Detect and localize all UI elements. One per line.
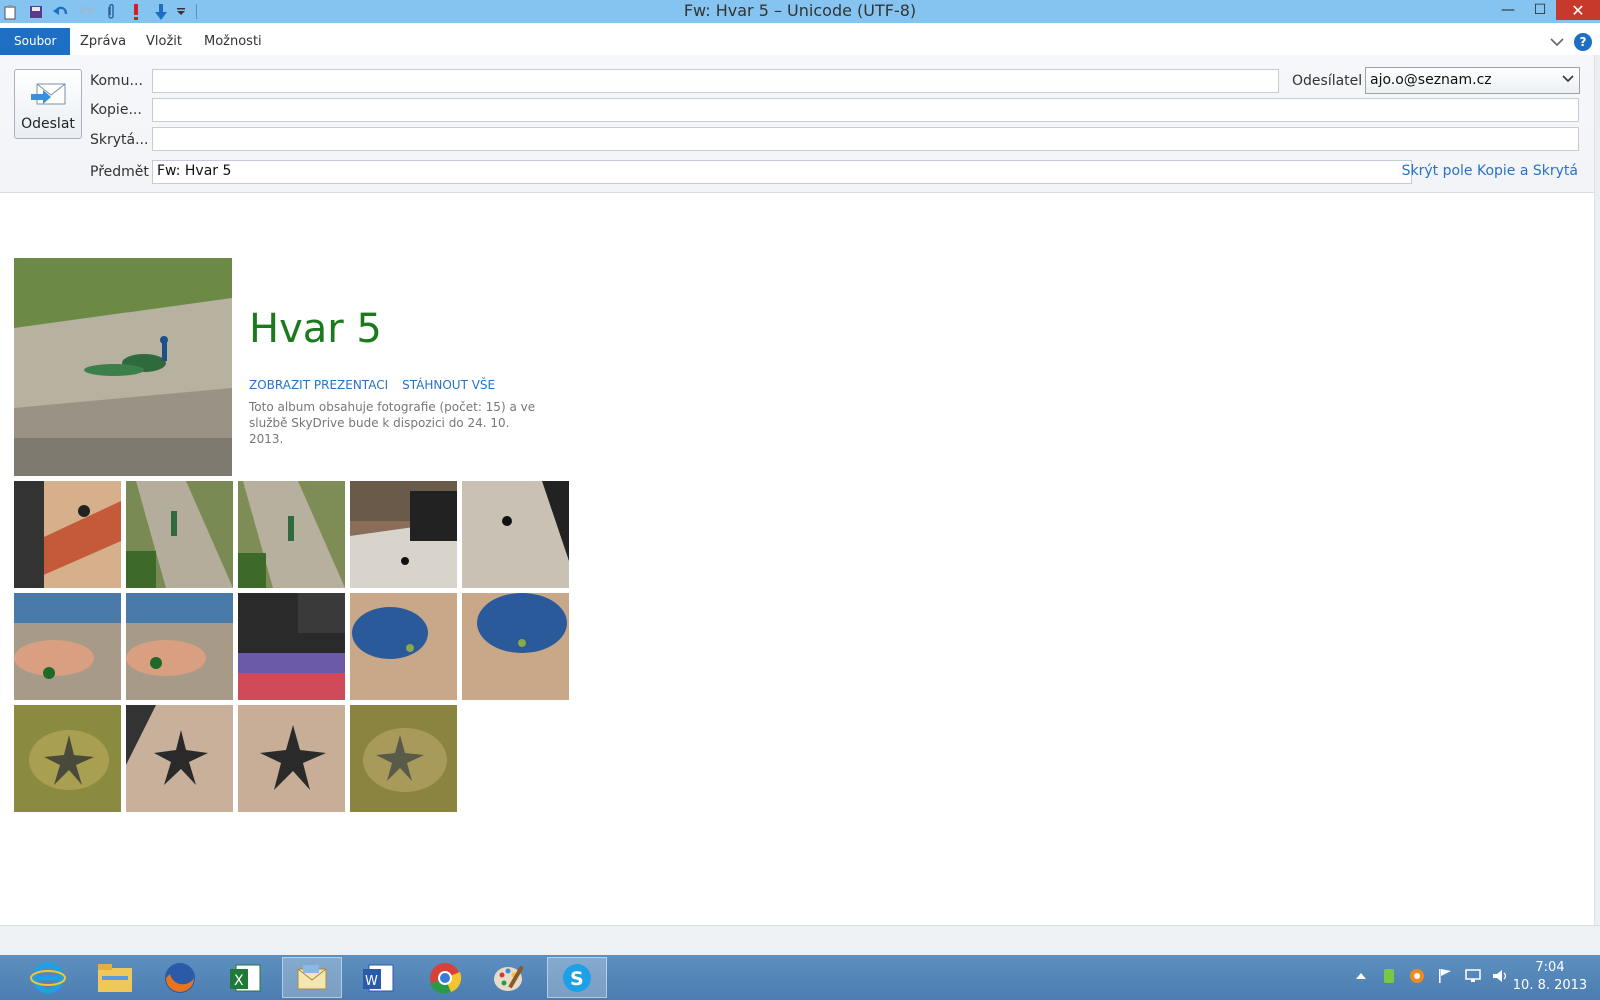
scrollbar[interactable] [1594, 55, 1600, 925]
subject-field[interactable]: Fw: Hvar 5 [152, 160, 1412, 184]
svg-text:W: W [365, 974, 378, 989]
svg-text:X: X [234, 973, 244, 989]
sender-label: Odesílatel [1292, 73, 1363, 89]
photo-thumbnail[interactable] [462, 593, 569, 700]
paint-icon[interactable] [480, 957, 540, 998]
cc-button[interactable]: Kopie... [90, 102, 142, 118]
photo-thumbnail[interactable] [462, 481, 569, 588]
photo-thumbnail[interactable] [350, 481, 457, 588]
excel-icon[interactable]: X [215, 957, 275, 998]
photo-thumbnail[interactable] [350, 593, 457, 700]
send-envelope-icon [31, 83, 66, 105]
word-icon[interactable]: W [348, 957, 408, 998]
action-center-flag-icon[interactable] [1436, 967, 1454, 985]
chevron-down-icon [1562, 73, 1574, 87]
hide-cc-bcc-link[interactable]: Skrýt pole Kopie a Skrytá [1402, 163, 1578, 179]
ribbon-tabs: Soubor Zpráva Vložit Možnosti ? [0, 28, 1600, 55]
file-explorer-icon[interactable] [85, 957, 145, 998]
compose-header: Odeslat Komu... Odesílatel ajo.o@seznam.… [0, 55, 1600, 193]
bcc-field[interactable] [152, 127, 1579, 151]
collapse-ribbon-icon[interactable] [1550, 32, 1564, 51]
album-cover-photo[interactable] [14, 258, 232, 476]
network-icon[interactable] [1464, 967, 1482, 985]
slideshow-link[interactable]: ZOBRAZIT PREZENTACI [249, 378, 388, 392]
to-button[interactable]: Komu... [90, 73, 143, 89]
internet-explorer-icon[interactable] [18, 957, 78, 998]
title-bar: Fw: Hvar 5 – Unicode (UTF-8) — ☐ ✕ [0, 0, 1600, 23]
clock-date: 10. 8. 2013 [1512, 978, 1588, 993]
tab-options[interactable]: Možnosti [192, 28, 274, 55]
system-tray [1352, 967, 1510, 985]
photo-thumbnail[interactable] [126, 593, 233, 700]
sender-value: ajo.o@seznam.cz [1370, 72, 1492, 88]
album-description: Toto album obsahuje fotografie (počet: 1… [249, 400, 536, 446]
minimize-button[interactable]: — [1492, 0, 1524, 20]
photo-thumbnail[interactable] [238, 593, 345, 700]
volume-icon[interactable] [1492, 967, 1510, 985]
photo-thumbnail[interactable] [238, 481, 345, 588]
firefox-icon[interactable] [150, 957, 210, 998]
mail-icon[interactable] [282, 957, 342, 998]
chrome-icon[interactable] [415, 957, 475, 998]
taskbar: X W S 7:04 10. 8. 2013 [0, 955, 1600, 1000]
subject-label: Předmět [90, 164, 149, 180]
svg-text:S: S [570, 968, 584, 990]
bcc-button[interactable]: Skrytá... [90, 132, 148, 148]
tab-file[interactable]: Soubor [0, 28, 71, 55]
cc-field[interactable] [152, 98, 1579, 122]
clock-time: 7:04 [1535, 960, 1565, 975]
close-button[interactable]: ✕ [1556, 0, 1600, 20]
tab-message[interactable]: Zpráva [68, 28, 138, 55]
photo-thumbnail[interactable] [126, 481, 233, 588]
download-all-link[interactable]: STÁHNOUT VŠE [402, 378, 495, 392]
tab-insert[interactable]: Vložit [134, 28, 194, 55]
to-field[interactable] [152, 69, 1279, 93]
photo-thumbnail[interactable] [126, 705, 233, 812]
album-actions: ZOBRAZIT PREZENTACI STÁHNOUT VŠE [249, 378, 495, 392]
status-bar [0, 925, 1600, 955]
skype-icon[interactable]: S [547, 957, 607, 998]
show-hidden-icons-icon[interactable] [1352, 967, 1370, 985]
window-controls: — ☐ ✕ [1492, 0, 1600, 23]
system-clock[interactable]: 7:04 10. 8. 2013 [1510, 959, 1590, 995]
window-title: Fw: Hvar 5 – Unicode (UTF-8) [683, 1, 917, 20]
photo-thumbnail[interactable] [14, 705, 121, 812]
avast-icon[interactable] [1408, 967, 1426, 985]
evernote-icon[interactable] [1380, 967, 1398, 985]
photo-thumbnail[interactable] [238, 705, 345, 812]
send-button[interactable]: Odeslat [14, 69, 82, 139]
maximize-button[interactable]: ☐ [1524, 0, 1556, 20]
photo-thumbnail[interactable] [14, 593, 121, 700]
album-title: Hvar 5 [249, 306, 382, 352]
help-icon[interactable]: ? [1574, 32, 1592, 51]
ribbon-right: ? [1550, 32, 1592, 51]
photo-thumbnail[interactable] [14, 481, 121, 588]
send-label: Odeslat [21, 116, 75, 132]
photo-thumbnail[interactable] [350, 705, 457, 812]
sender-dropdown[interactable]: ajo.o@seznam.cz [1365, 67, 1580, 94]
